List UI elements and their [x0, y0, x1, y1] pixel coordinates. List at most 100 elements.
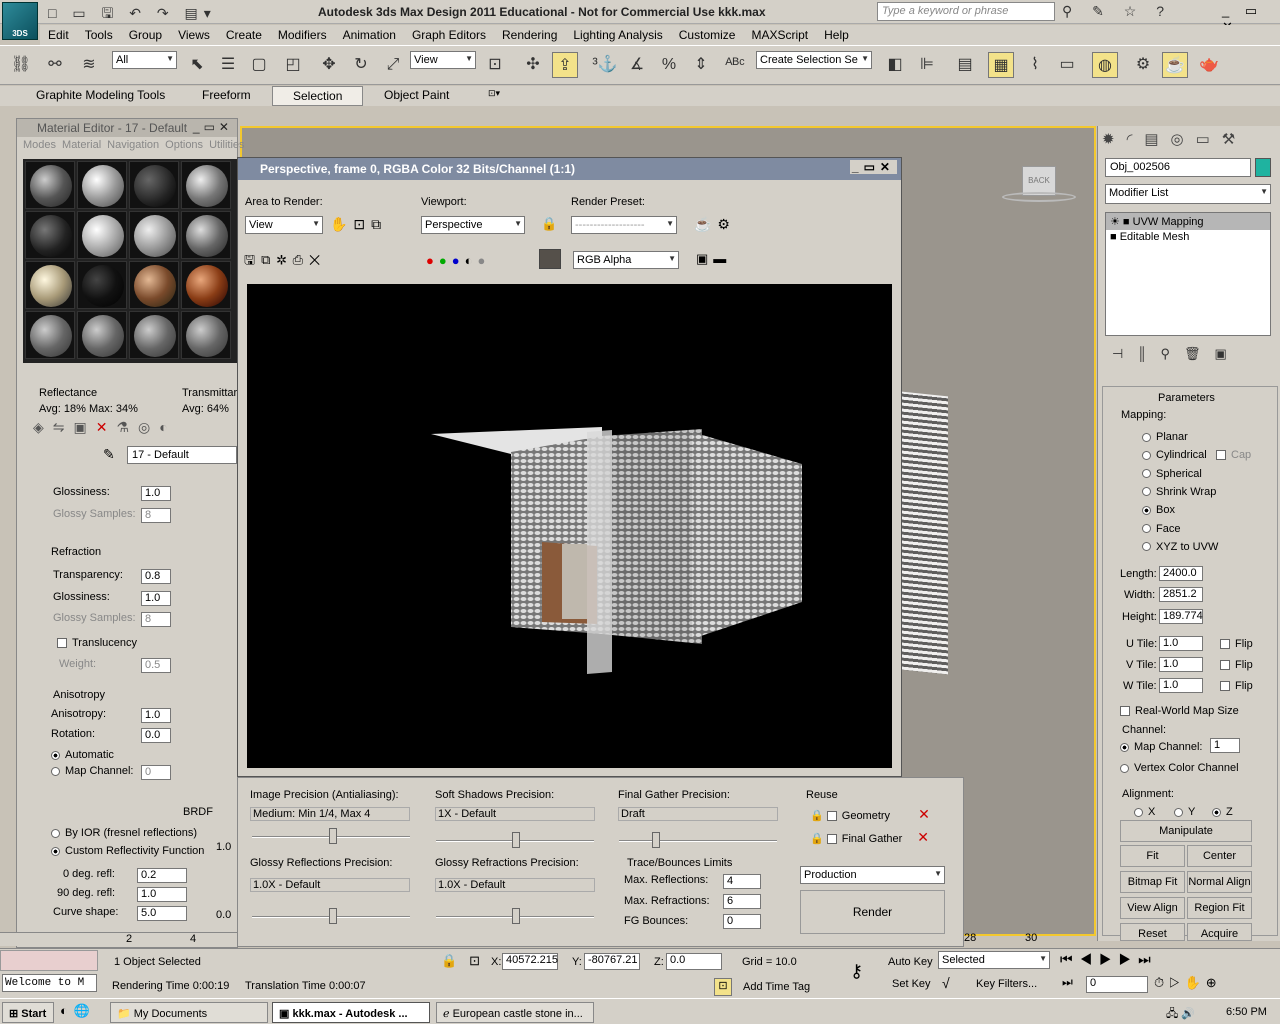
menu-create[interactable]: Create — [218, 25, 270, 45]
app-logo[interactable]: 3DS — [2, 2, 38, 40]
playback-controls[interactable]: ⏮◀▶▶⏭ — [1060, 951, 1158, 968]
key-filters-button[interactable]: Key Filters... — [976, 978, 1037, 990]
percent-snap-icon[interactable]: % — [656, 52, 682, 78]
material-toolbar-icons[interactable]: ◈⇋▣✕⚗◎◐ — [33, 419, 177, 436]
select-by-name-icon[interactable]: ☰ — [215, 52, 241, 78]
utile-spinner[interactable]: 1.0 — [1159, 636, 1203, 651]
mapping-box-radio[interactable]: Box — [1142, 504, 1175, 516]
tab-object-paint[interactable]: Object Paint — [384, 88, 449, 102]
height-spinner[interactable]: 189.774 — [1159, 609, 1203, 624]
timeline-ruler[interactable]: 2 4 — [0, 932, 237, 946]
render-canvas[interactable] — [247, 284, 892, 768]
move-icon[interactable]: ✥ — [316, 52, 342, 78]
keyboard-shortcut-icon[interactable]: ⇪ — [552, 52, 578, 78]
material-menu-modes[interactable]: Modes — [23, 139, 56, 151]
rendered-frame-window-icon[interactable]: ☕ — [1162, 52, 1188, 78]
production-dropdown[interactable]: Production — [800, 866, 945, 884]
start-button[interactable]: ⊞ Start — [2, 1002, 54, 1023]
wtile-spinner[interactable]: 1.0 — [1159, 678, 1203, 693]
reuse-final-gather-checkbox[interactable]: 🔒 Final Gather ✕ — [810, 829, 929, 846]
bind-space-warp-icon[interactable]: ≋ — [76, 52, 102, 78]
final-gather-slider[interactable] — [619, 832, 777, 848]
mapping-planar-radio[interactable]: Planar — [1142, 431, 1188, 443]
auto-key-button[interactable]: Auto Key — [888, 956, 933, 968]
schematic-view-icon[interactable]: ▭ — [1054, 52, 1080, 78]
max-refractions-spinner[interactable]: 6 — [723, 894, 761, 909]
fg-bounces-spinner[interactable]: 0 — [723, 914, 761, 929]
selection-lock-icons[interactable]: 🔒⊡ — [441, 953, 492, 969]
automatic-radio[interactable]: Automatic — [51, 749, 114, 761]
manipulate-button[interactable]: Manipulate — [1120, 820, 1252, 842]
menu-group[interactable]: Group — [121, 25, 170, 45]
rotate-icon[interactable]: ↻ — [348, 52, 374, 78]
tab-selection[interactable]: Selection — [272, 86, 364, 106]
command-panel-tabs[interactable]: ✹◜▤◎▭⚒ — [1102, 130, 1247, 148]
scale-icon[interactable]: ⤢ — [380, 52, 406, 78]
vflip-checkbox[interactable]: Flip — [1220, 659, 1253, 671]
graphite-toggle-icon[interactable]: ▦ — [988, 52, 1014, 78]
anisotropy-spinner[interactable]: 1.0 — [141, 708, 171, 723]
quick-access-toolbar[interactable]: □ ▭ 🖫 ↶ ↷ ▤▾ — [48, 3, 217, 27]
system-tray-icons[interactable]: 🖧🔊 — [1166, 1005, 1198, 1024]
mapping-shrink-wrap-radio[interactable]: Shrink Wrap — [1142, 486, 1216, 498]
save-copy-print-icons[interactable]: 🖫⧉✲⎙✕ — [244, 251, 326, 273]
mapping-xyz-to-uvw-radio[interactable]: XYZ to UVW — [1142, 541, 1218, 553]
timeline-ruler-right[interactable]: 28 30 — [964, 932, 1097, 946]
material-menu-utilities[interactable]: Utilities — [209, 139, 244, 151]
acquire-button[interactable]: Acquire — [1187, 923, 1252, 941]
key-mode-toggle-icon[interactable]: ⏭ — [1062, 975, 1073, 990]
eyedropper-icon[interactable]: ✎ — [103, 446, 115, 463]
spinner-snap-icon[interactable]: ⇕ — [688, 52, 714, 78]
link-icon[interactable]: ⛓ — [8, 52, 34, 78]
stack-item-editable-mesh[interactable]: ■ Editable Mesh — [1106, 230, 1270, 244]
maxscript-listener-pink[interactable] — [0, 950, 98, 971]
menu-lighting-analysis[interactable]: Lighting Analysis — [565, 25, 670, 45]
rect-selection-icon[interactable]: ▢ — [246, 52, 272, 78]
unlink-icon[interactable]: ⚯ — [42, 52, 68, 78]
map-channel-spinner[interactable]: 0 — [141, 765, 171, 780]
translucency-checkbox[interactable]: Translucency — [57, 637, 137, 649]
material-menu-navigation[interactable]: Navigation — [107, 139, 159, 151]
image-precision-slider[interactable] — [252, 828, 410, 844]
navigation-icons[interactable]: ⏱▷✋⊕ — [1154, 975, 1222, 991]
material-menu-material[interactable]: Material — [62, 139, 101, 151]
menu-help[interactable]: Help — [816, 25, 857, 45]
tab-graphite-modeling-tools[interactable]: Graphite Modeling Tools — [36, 88, 165, 102]
menu-modifiers[interactable]: Modifiers — [270, 25, 335, 45]
named-selection-dropdown[interactable]: Create Selection Se — [756, 51, 872, 69]
material-editor-menu[interactable]: Modes Material Navigation Options Utilities — [17, 137, 245, 155]
parameters-title[interactable]: Parameters — [1158, 392, 1215, 404]
fit-button[interactable]: Fit — [1120, 845, 1185, 867]
z-coordinate[interactable]: 0.0 — [666, 953, 722, 970]
menu-graph-editors[interactable]: Graph Editors — [404, 25, 494, 45]
reuse-geometry-checkbox[interactable]: 🔒 Geometry ✕ — [810, 806, 930, 823]
mapping-spherical-radio[interactable]: Spherical — [1142, 468, 1202, 480]
render-preset-dropdown[interactable]: ------------------- — [571, 216, 677, 234]
menu-views[interactable]: Views — [170, 25, 218, 45]
curve-shape-spinner[interactable]: 5.0 — [137, 906, 187, 921]
sample-slots[interactable] — [23, 159, 239, 363]
glossiness-spinner[interactable]: 1.0 — [141, 486, 171, 501]
align-z-radio[interactable]: Z — [1212, 806, 1233, 818]
soft-shadows-slider[interactable] — [436, 832, 594, 848]
time-tag-icon[interactable]: ⊡ — [714, 978, 732, 996]
refraction-glossiness-spinner[interactable]: 1.0 — [141, 591, 171, 606]
region-fit-button[interactable]: Region Fit — [1187, 897, 1252, 919]
select-object-icon[interactable]: ⬉ — [184, 52, 210, 78]
task-browser[interactable]: ℯ European castle stone in... — [436, 1002, 594, 1023]
snaps-toggle-icon[interactable]: ³⚓ — [592, 52, 618, 78]
width-spinner[interactable]: 2851.2 — [1159, 587, 1203, 602]
map-channel-radio[interactable]: Map Channel: — [51, 765, 134, 777]
deg90-spinner[interactable]: 1.0 — [137, 887, 187, 902]
map-channel-radio-cp[interactable]: Map Channel: — [1120, 741, 1203, 753]
glossy-reflections-slider[interactable] — [252, 908, 410, 924]
search-input[interactable]: Type a keyword or phrase — [877, 2, 1055, 21]
max-reflections-spinner[interactable]: 4 — [723, 874, 761, 889]
mapping-face-radio[interactable]: Face — [1142, 523, 1180, 535]
render-production-icon[interactable]: 🫖 — [1196, 52, 1222, 78]
modifier-list-dropdown[interactable]: Modifier List — [1105, 184, 1271, 204]
window-crossing-icon[interactable]: ◰ — [280, 52, 306, 78]
wall-object[interactable] — [902, 391, 948, 675]
material-menu-options[interactable]: Options — [165, 139, 203, 151]
wflip-checkbox[interactable]: Flip — [1220, 680, 1253, 692]
